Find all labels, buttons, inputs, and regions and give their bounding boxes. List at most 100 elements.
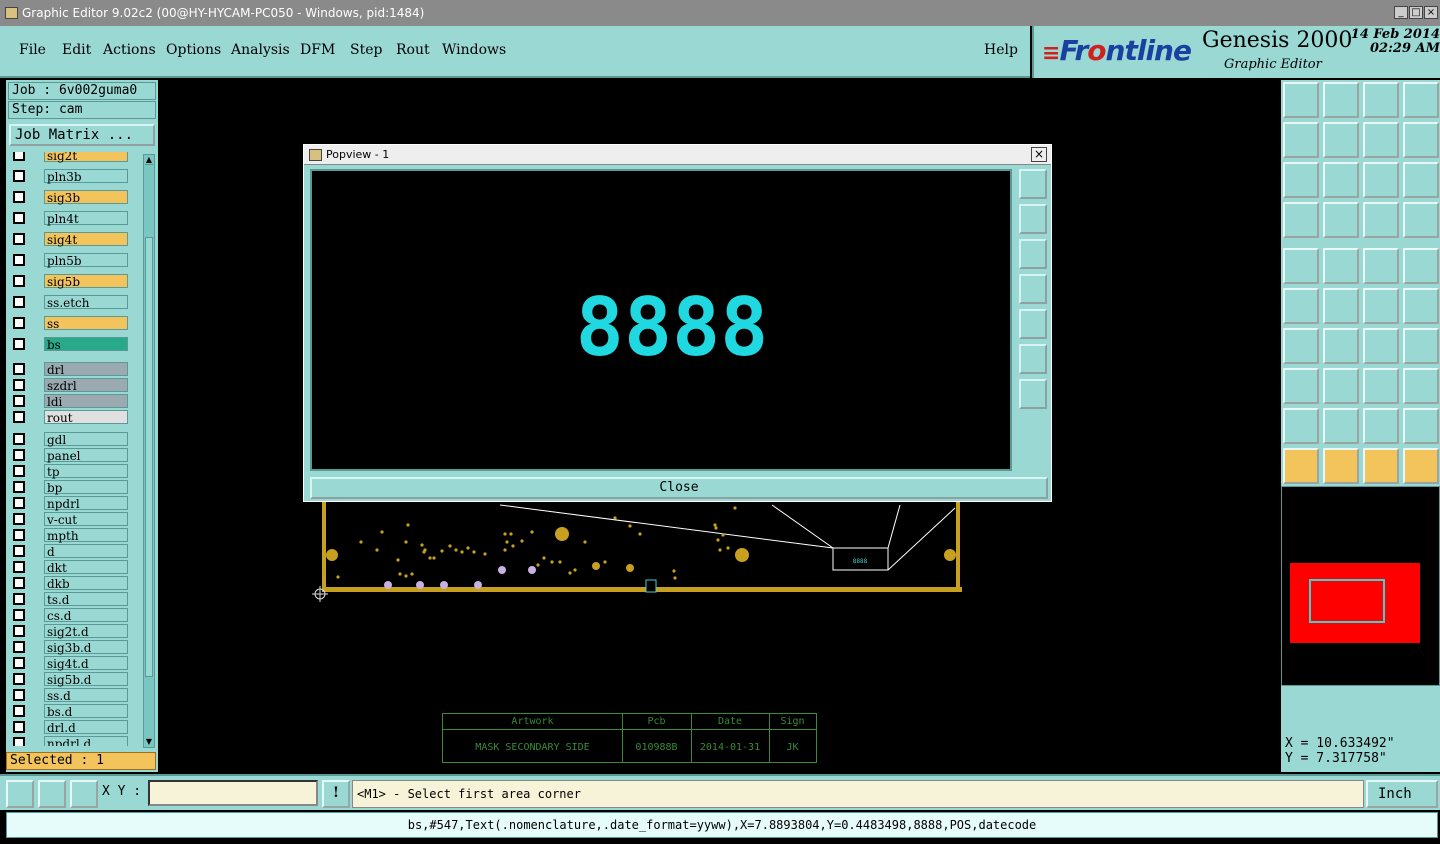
layer-label[interactable]: pln5b <box>44 253 128 268</box>
menu-file[interactable]: File <box>19 42 46 58</box>
triangle-tool[interactable] <box>1283 408 1319 444</box>
undo-view-tool[interactable] <box>1363 122 1399 158</box>
menu-step[interactable]: Step <box>350 42 382 58</box>
group-tool[interactable] <box>1403 368 1439 404</box>
scroll-down-arrow[interactable]: ▼ <box>145 737 153 747</box>
layer-checkbox[interactable] <box>13 465 25 477</box>
popview-zoom-in-tool[interactable] <box>1019 344 1047 374</box>
grid-tool[interactable] <box>1323 202 1359 238</box>
layer-checkbox[interactable] <box>13 497 25 509</box>
menu-actions[interactable]: Actions <box>103 42 156 58</box>
text-tool[interactable] <box>1403 328 1439 364</box>
xy-input[interactable] <box>148 780 318 806</box>
layer-checkbox[interactable] <box>13 593 25 605</box>
line-edit-tool[interactable] <box>1323 328 1359 364</box>
layer-row[interactable]: sig5b.d <box>8 672 132 687</box>
scale-1-2-tool[interactable] <box>1363 162 1399 198</box>
layer-row[interactable]: szdrl <box>8 378 132 393</box>
layer-row[interactable]: ss.d <box>8 688 132 703</box>
layer-checkbox[interactable] <box>13 433 25 445</box>
layer-checkbox[interactable] <box>13 254 25 266</box>
dash-tool[interactable] <box>1323 368 1359 404</box>
popview-pan-up-tool[interactable] <box>1019 204 1047 234</box>
layer-row[interactable]: bs <box>8 337 132 352</box>
layer-row[interactable]: v-cut <box>8 512 132 527</box>
minimize-button[interactable]: _ <box>1394 6 1408 19</box>
select-chain-tool[interactable] <box>1403 448 1439 484</box>
layer-label[interactable]: npdrl <box>44 496 128 511</box>
layer-checkbox[interactable] <box>13 577 25 589</box>
menu-edit[interactable]: Edit <box>62 42 91 58</box>
layer-label[interactable]: mpth <box>44 528 128 543</box>
layer-label[interactable]: ss.d <box>44 688 128 703</box>
job-matrix-button[interactable]: Job Matrix ... <box>9 124 155 146</box>
popview-close-icon[interactable]: × <box>1031 147 1047 162</box>
line-tool[interactable] <box>1323 248 1359 284</box>
layer-checkbox[interactable] <box>13 673 25 685</box>
layer-row[interactable]: gdl <box>8 432 132 447</box>
layer-row[interactable]: panel <box>8 448 132 463</box>
layer-checkbox[interactable] <box>13 545 25 557</box>
save-tool[interactable] <box>1323 82 1359 118</box>
layer-checkbox[interactable] <box>13 338 25 350</box>
unit-selector[interactable]: Inch <box>1366 780 1438 808</box>
layer-row[interactable]: sig5b <box>8 274 132 289</box>
layer-checkbox[interactable] <box>13 737 25 746</box>
select-box-tool[interactable] <box>1323 448 1359 484</box>
menu-rout[interactable]: Rout <box>396 42 430 58</box>
zoom-next-tool[interactable] <box>1323 122 1359 158</box>
layer-checkbox[interactable] <box>13 170 25 182</box>
layer-row[interactable]: tp <box>8 464 132 479</box>
layer-checkbox[interactable] <box>13 395 25 407</box>
layer-row[interactable]: npdrl <box>8 496 132 511</box>
layer-checkbox[interactable] <box>13 233 25 245</box>
menu-analysis[interactable]: Analysis <box>231 42 290 58</box>
layer-checkbox[interactable] <box>13 609 25 621</box>
viewport-frame[interactable] <box>1309 579 1385 623</box>
menu-windows[interactable]: Windows <box>442 42 506 58</box>
layer-row[interactable]: bp <box>8 480 132 495</box>
layer-row[interactable]: dkt <box>8 560 132 575</box>
layer-row[interactable]: sig3b <box>8 190 132 205</box>
layer-checkbox[interactable] <box>13 275 25 287</box>
add-pad-tool[interactable] <box>1283 248 1319 284</box>
snap-tool[interactable] <box>1363 202 1399 238</box>
dimension-tool[interactable] <box>1363 368 1399 404</box>
popview-close-button[interactable]: Close <box>310 477 1048 499</box>
layer-row[interactable]: sig4t <box>8 232 132 247</box>
layer-label[interactable]: sig4t <box>44 232 128 247</box>
move-tool[interactable] <box>1363 288 1399 324</box>
layer-checkbox[interactable] <box>13 296 25 308</box>
layer-label[interactable]: rout <box>44 410 128 425</box>
measure-mode-button[interactable] <box>38 780 66 808</box>
menu-help[interactable]: Help <box>984 42 1018 58</box>
layer-checkbox[interactable] <box>13 657 25 669</box>
layer-label[interactable]: drl <box>44 362 128 377</box>
layer-row[interactable]: d <box>8 544 132 559</box>
layer-label[interactable]: npdrl.d <box>44 736 128 746</box>
slash-tool[interactable] <box>1283 328 1319 364</box>
layer-row[interactable]: bs.d <box>8 704 132 719</box>
info-button[interactable]: ! <box>322 780 350 808</box>
layer-label[interactable]: bs.d <box>44 704 128 719</box>
layer-checkbox[interactable] <box>13 561 25 573</box>
zoom-prev-tool[interactable] <box>1283 122 1319 158</box>
menu-options[interactable]: Options <box>166 42 221 58</box>
zoom-home-tool[interactable] <box>1283 162 1319 198</box>
layer-checkbox[interactable] <box>13 689 25 701</box>
layer-row[interactable]: drl <box>8 362 132 377</box>
overview-map[interactable] <box>1281 486 1440 686</box>
layer-label[interactable]: pln4t <box>44 211 128 226</box>
layer-label[interactable]: dkt <box>44 560 128 575</box>
layer-checkbox[interactable] <box>13 212 25 224</box>
layer-label[interactable]: bs <box>44 337 128 352</box>
zoom-fit-tool[interactable] <box>1323 162 1359 198</box>
layer-label[interactable]: sig3b <box>44 190 128 205</box>
select-poly-tool[interactable] <box>1363 448 1399 484</box>
layer-row[interactable]: pln5b <box>8 253 132 268</box>
layer-checkbox[interactable] <box>13 317 25 329</box>
layer-label[interactable]: ss <box>44 316 128 331</box>
layer-row[interactable]: rout <box>8 410 132 425</box>
layer-label[interactable]: sig2t.d <box>44 624 128 639</box>
measure-tool[interactable] <box>1283 202 1319 238</box>
